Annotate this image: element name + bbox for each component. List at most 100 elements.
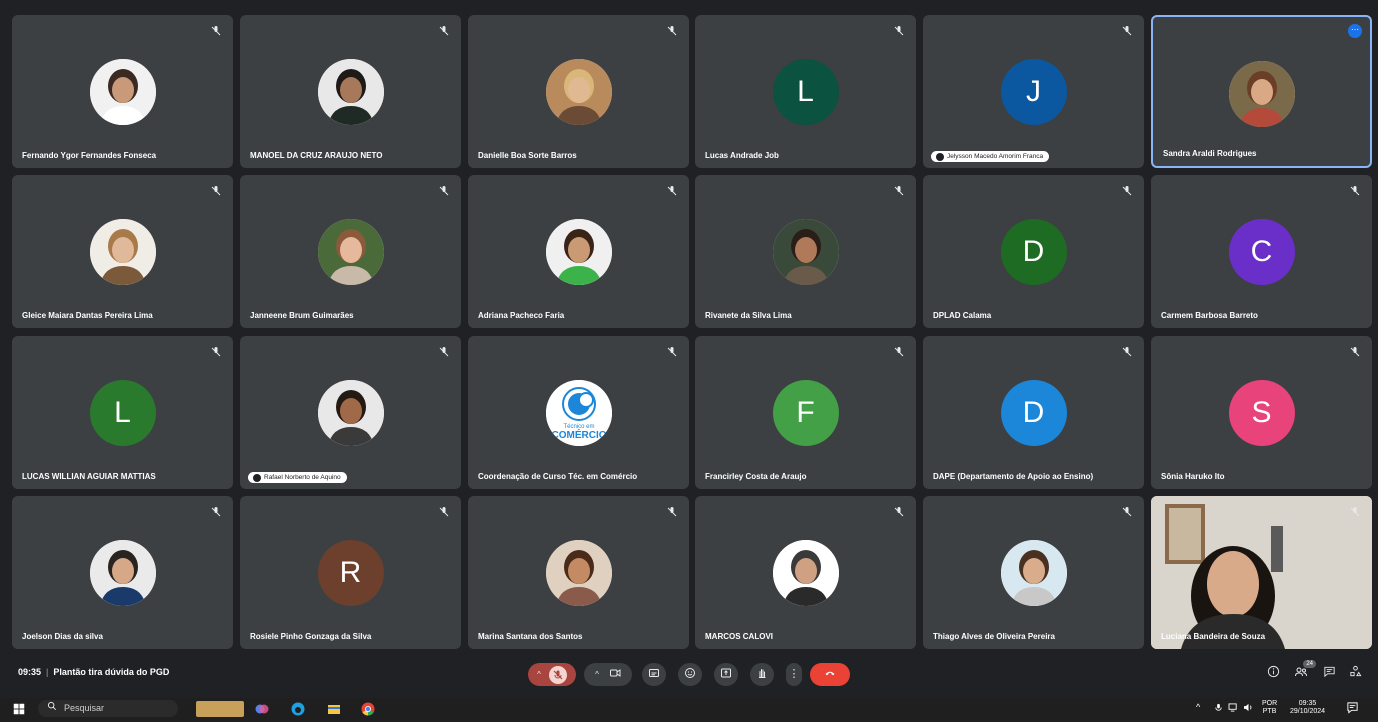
- activities-button[interactable]: [1346, 665, 1364, 683]
- participant-tile[interactable]: Thiago Alves de Oliveira Pereira: [923, 496, 1144, 649]
- camera-icon[interactable]: [609, 667, 621, 682]
- present-icon[interactable]: [720, 667, 732, 682]
- participant-tile[interactable]: Gleice Maiara Dantas Pereira Lima: [12, 175, 233, 328]
- volume-icon[interactable]: [1243, 703, 1254, 715]
- chat-icon[interactable]: [1323, 665, 1336, 683]
- participant-tile[interactable]: MANOEL DA CRUZ ARAUJO NETO: [240, 15, 461, 168]
- mic-off-icon: [1350, 186, 1360, 196]
- activities-icon[interactable]: [1349, 665, 1362, 683]
- taskbar-search[interactable]: Pesquisar: [38, 700, 178, 717]
- info-icon[interactable]: [1267, 665, 1280, 683]
- participant-tile[interactable]: Rivanete da Silva Lima: [695, 175, 916, 328]
- raise-hand-icon[interactable]: [756, 667, 768, 682]
- more-options-icon[interactable]: ⋯: [1348, 24, 1362, 38]
- participant-name: Danielle Boa Sorte Barros: [478, 151, 577, 160]
- participant-tile[interactable]: Rafael Norberto de Aquino: [240, 336, 461, 489]
- participant-tile[interactable]: L Lucas Andrade Job: [695, 15, 916, 168]
- leave-call-button[interactable]: [810, 663, 850, 686]
- participant-tile[interactable]: Adriana Pacheco Faria: [468, 175, 689, 328]
- edge-browser-icon[interactable]: [290, 701, 306, 717]
- more-vert-icon[interactable]: ⋮: [789, 669, 800, 680]
- emoji-icon[interactable]: [684, 667, 696, 682]
- emoji-button[interactable]: [678, 663, 702, 686]
- participant-tile[interactable]: D DAPE (Departamento de Apoio ao Ensino): [923, 336, 1144, 489]
- windows-start-icon[interactable]: [12, 701, 28, 717]
- present-button[interactable]: [714, 663, 738, 686]
- participant-tile[interactable]: C Carmem Barbosa Barreto: [1151, 175, 1372, 328]
- participant-tile[interactable]: Marina Santana dos Santos: [468, 496, 689, 649]
- participant-tile[interactable]: Danielle Boa Sorte Barros: [468, 15, 689, 168]
- taskbar-clock[interactable]: 09:35 29/10/2024: [1290, 700, 1325, 716]
- copilot-icon[interactable]: [254, 701, 270, 717]
- participant-video: [1151, 496, 1372, 649]
- microphone-button[interactable]: ^: [528, 663, 576, 686]
- mic-off-icon: [211, 186, 221, 196]
- captions-icon[interactable]: [648, 667, 660, 682]
- network-icon[interactable]: [1228, 703, 1239, 715]
- mic-off-icon[interactable]: [548, 665, 567, 684]
- mic-off-icon: [1122, 347, 1132, 357]
- file-explorer-icon[interactable]: [326, 701, 342, 717]
- avatar-photo: [317, 59, 384, 125]
- participant-name: Sônia Haruko Ito: [1161, 472, 1225, 481]
- participant-tile[interactable]: S Sônia Haruko Ito: [1151, 336, 1372, 489]
- participant-name: Fernando Ygor Fernandes Fonseca: [22, 151, 157, 160]
- meeting-info: 09:35 | Plantão tira dúvida do PGD: [18, 667, 170, 677]
- chevron-up-icon[interactable]: ^: [595, 670, 599, 679]
- participant-name: Francirley Costa de Araujo: [705, 472, 807, 481]
- participant-name: Lucas Andrade Job: [705, 151, 779, 160]
- mic-off-icon: [1350, 507, 1360, 517]
- participant-tile[interactable]: MARCOS CALOVI: [695, 496, 916, 649]
- chat-button[interactable]: [1320, 665, 1338, 683]
- mic-off-icon: [667, 507, 677, 517]
- tray-overflow-icon[interactable]: ^: [1196, 703, 1200, 712]
- meeting-details-button[interactable]: [1264, 665, 1282, 683]
- end-call-icon[interactable]: [824, 667, 836, 682]
- avatar-photo: [545, 59, 612, 125]
- participant-name: Joelson Dias da silva: [22, 632, 103, 641]
- participant-tile[interactable]: Luciana Bandeira de Souza: [1151, 496, 1372, 649]
- mic-off-icon: [439, 26, 449, 36]
- participant-name: LUCAS WILLIAN AGUIAR MATTIAS: [22, 472, 156, 481]
- clock-time: 09:35: [1298, 700, 1317, 707]
- avatar-initial: J: [1000, 59, 1067, 125]
- participant-tile[interactable]: J Jelysson Macedo Amorim Franca: [923, 15, 1144, 168]
- avatar-initial: L: [89, 380, 156, 446]
- chrome-icon[interactable]: [360, 701, 376, 717]
- language-indicator[interactable]: POR PTB: [1262, 700, 1277, 716]
- raise-hand-button[interactable]: [750, 663, 774, 686]
- tray-mic-icon[interactable]: [1214, 703, 1223, 715]
- notification-icon[interactable]: [1346, 701, 1359, 717]
- camera-button[interactable]: ^: [584, 663, 632, 686]
- captions-button[interactable]: [642, 663, 666, 686]
- mic-off-icon: [1122, 186, 1132, 196]
- svg-text:COMÉRCIO: COMÉRCIO: [551, 428, 606, 441]
- participant-tile[interactable]: Fernando Ygor Fernandes Fonseca: [12, 15, 233, 168]
- participant-name: Thiago Alves de Oliveira Pereira: [933, 632, 1055, 641]
- participant-name: Janneene Brum Guimarães: [250, 311, 354, 320]
- mic-off-icon: [211, 26, 221, 36]
- clock-date: 29/10/2024: [1290, 708, 1326, 715]
- participant-name: Marina Santana dos Santos: [478, 632, 583, 641]
- avatar-initial: F: [772, 380, 839, 446]
- participant-tile[interactable]: Janneene Brum Guimarães: [240, 175, 461, 328]
- person-icon: [253, 474, 261, 482]
- participant-tile[interactable]: Técnico em COMÉRCIO Coordenação de Curso T…: [468, 336, 689, 489]
- mic-off-icon: [667, 186, 677, 196]
- mic-off-icon: [894, 186, 904, 196]
- participant-name: Rosiele Pinho Gonzaga da Silva: [250, 632, 372, 641]
- participant-name: Rivanete da Silva Lima: [705, 311, 792, 320]
- more-options-button[interactable]: ⋮: [786, 663, 802, 686]
- avatar-initial: D: [1000, 380, 1067, 446]
- participant-tile[interactable]: R Rosiele Pinho Gonzaga da Silva: [240, 496, 461, 649]
- avatar-initial: S: [1228, 380, 1295, 446]
- people-button[interactable]: 24: [1292, 660, 1316, 683]
- participant-tile[interactable]: L LUCAS WILLIAN AGUIAR MATTIAS: [12, 336, 233, 489]
- participant-tile[interactable]: F Francirley Costa de Araujo: [695, 336, 916, 489]
- participant-tile[interactable]: D DPLAD Calama: [923, 175, 1144, 328]
- avatar-photo: [1000, 540, 1067, 606]
- weather-widget-icon[interactable]: [196, 701, 244, 717]
- participant-tile[interactable]: Joelson Dias da silva: [12, 496, 233, 649]
- participant-tile[interactable]: ⋯ Sandra Araldi Rodrigues: [1151, 15, 1372, 168]
- chevron-up-icon[interactable]: ^: [537, 670, 541, 679]
